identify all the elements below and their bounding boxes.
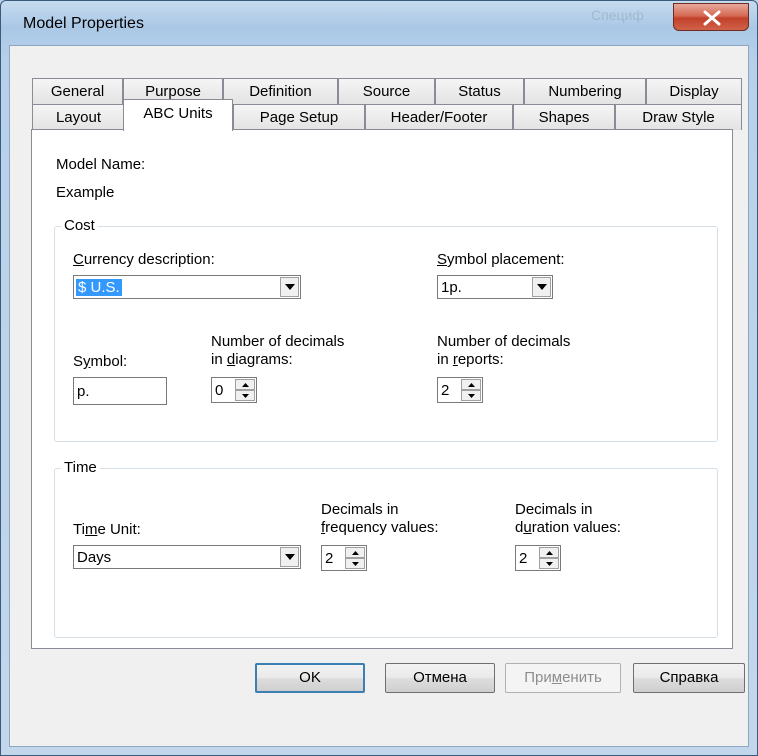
decimals-diagrams-down-button[interactable] xyxy=(235,390,255,401)
spin-up-icon xyxy=(352,551,359,555)
decimals-reports-spin-buttons xyxy=(461,379,481,401)
decimals-reports-spinner[interactable]: 2 xyxy=(437,377,483,403)
decimals-duration-spin-buttons xyxy=(539,547,559,569)
decimals-diagrams-spin-buttons xyxy=(235,379,255,401)
dialog-window: Model Properties Специф General Purpose … xyxy=(0,0,758,756)
decimals-frequency-down-button[interactable] xyxy=(345,558,365,569)
cancel-button[interactable]: Отмена xyxy=(385,663,495,693)
title-bar[interactable]: Model Properties Специф xyxy=(1,1,757,45)
decimals-duration-spinner[interactable]: 2 xyxy=(515,545,561,571)
time-unit-dropdown-button[interactable] xyxy=(280,547,299,567)
decimals-reports-value: 2 xyxy=(441,382,450,399)
cost-group-label: Cost xyxy=(61,217,98,235)
model-name-value: Example xyxy=(56,184,115,201)
chevron-down-icon xyxy=(285,554,295,560)
currency-description-combo[interactable]: $ U.S. xyxy=(73,275,301,299)
currency-dropdown-button[interactable] xyxy=(280,277,299,297)
spin-up-icon xyxy=(546,551,553,555)
symbol-placement-dropdown-button[interactable] xyxy=(532,277,551,297)
currency-description-value: $ U.S. xyxy=(76,279,122,296)
tab-shapes[interactable]: Shapes xyxy=(513,104,615,130)
decimals-diagrams-up-button[interactable] xyxy=(235,379,255,390)
decimals-duration-down-button[interactable] xyxy=(539,558,559,569)
decimals-reports-down-button[interactable] xyxy=(461,390,481,401)
time-group: Time Time Unit: Days Decimals in frequen… xyxy=(54,459,718,638)
tab-numbering[interactable]: Numbering xyxy=(524,78,646,104)
decimals-reports-label-line2: in reports: xyxy=(437,351,504,368)
time-unit-combo[interactable]: Days xyxy=(73,545,301,569)
tab-source[interactable]: Source xyxy=(338,78,435,104)
symbol-label: Symbol: xyxy=(73,353,128,370)
symbol-placement-label: Symbol placement: xyxy=(437,251,565,268)
time-group-label: Time xyxy=(61,459,100,477)
symbol-input-value: p. xyxy=(77,383,90,400)
decimals-reports-label-line1: Number of decimals xyxy=(437,333,571,350)
decimals-frequency-label-line1: Decimals in xyxy=(321,501,399,518)
tab-display[interactable]: Display xyxy=(646,78,742,104)
spin-up-icon xyxy=(242,383,249,387)
decimals-frequency-value: 2 xyxy=(325,550,334,567)
symbol-placement-value: 1p. xyxy=(441,279,462,296)
spin-up-icon xyxy=(468,383,475,387)
close-icon xyxy=(703,10,721,26)
time-unit-label: Time Unit: xyxy=(73,521,141,538)
decimals-diagrams-value: 0 xyxy=(215,382,224,399)
tab-header-footer[interactable]: Header/Footer xyxy=(365,104,513,130)
decimals-frequency-spinner[interactable]: 2 xyxy=(321,545,367,571)
decimals-duration-value: 2 xyxy=(519,550,528,567)
tab-layout[interactable]: Layout xyxy=(32,104,125,130)
decimals-frequency-spin-buttons xyxy=(345,547,365,569)
window-title: Model Properties xyxy=(23,15,144,32)
spin-down-icon xyxy=(242,394,249,398)
decimals-diagrams-label-line1: Number of decimals xyxy=(211,333,345,350)
symbol-placement-combo[interactable]: 1p. xyxy=(437,275,553,299)
tab-abc-units[interactable]: ABC Units xyxy=(123,99,233,131)
apply-button[interactable]: Применить xyxy=(505,663,621,693)
spin-down-icon xyxy=(352,562,359,566)
decimals-frequency-label-line2: frequency values: xyxy=(321,519,439,536)
decimals-duration-up-button[interactable] xyxy=(539,547,559,558)
close-button[interactable] xyxy=(673,3,749,31)
decimals-diagrams-label-line2: in diagrams: xyxy=(211,351,293,368)
decimals-frequency-up-button[interactable] xyxy=(345,547,365,558)
tab-definition[interactable]: Definition xyxy=(223,78,338,104)
symbol-input[interactable]: p. xyxy=(73,377,167,405)
decimals-reports-up-button[interactable] xyxy=(461,379,481,390)
tab-draw-style[interactable]: Draw Style xyxy=(615,104,742,130)
cost-group: Cost Currency description: $ U.S. Symbol… xyxy=(54,217,718,442)
abc-units-panel: Model Name: Example Cost Currency descri… xyxy=(31,129,733,649)
decimals-diagrams-spinner[interactable]: 0 xyxy=(211,377,257,403)
tab-page-setup[interactable]: Page Setup xyxy=(233,104,365,130)
help-button[interactable]: Справка xyxy=(633,663,745,693)
model-name-label: Model Name: xyxy=(56,156,146,173)
decimals-duration-label-line1: Decimals in xyxy=(515,501,593,518)
spin-down-icon xyxy=(468,394,475,398)
tab-general[interactable]: General xyxy=(32,78,123,104)
chevron-down-icon xyxy=(285,284,295,290)
background-title-fragment: Специф xyxy=(591,7,644,23)
currency-description-label: Currency description: xyxy=(73,251,215,268)
ok-button[interactable]: OK xyxy=(255,663,365,693)
tab-status[interactable]: Status xyxy=(435,78,524,104)
decimals-duration-label-line2: duration values: xyxy=(515,519,621,536)
time-unit-value: Days xyxy=(77,549,112,566)
chevron-down-icon xyxy=(537,284,547,290)
spin-down-icon xyxy=(546,562,553,566)
